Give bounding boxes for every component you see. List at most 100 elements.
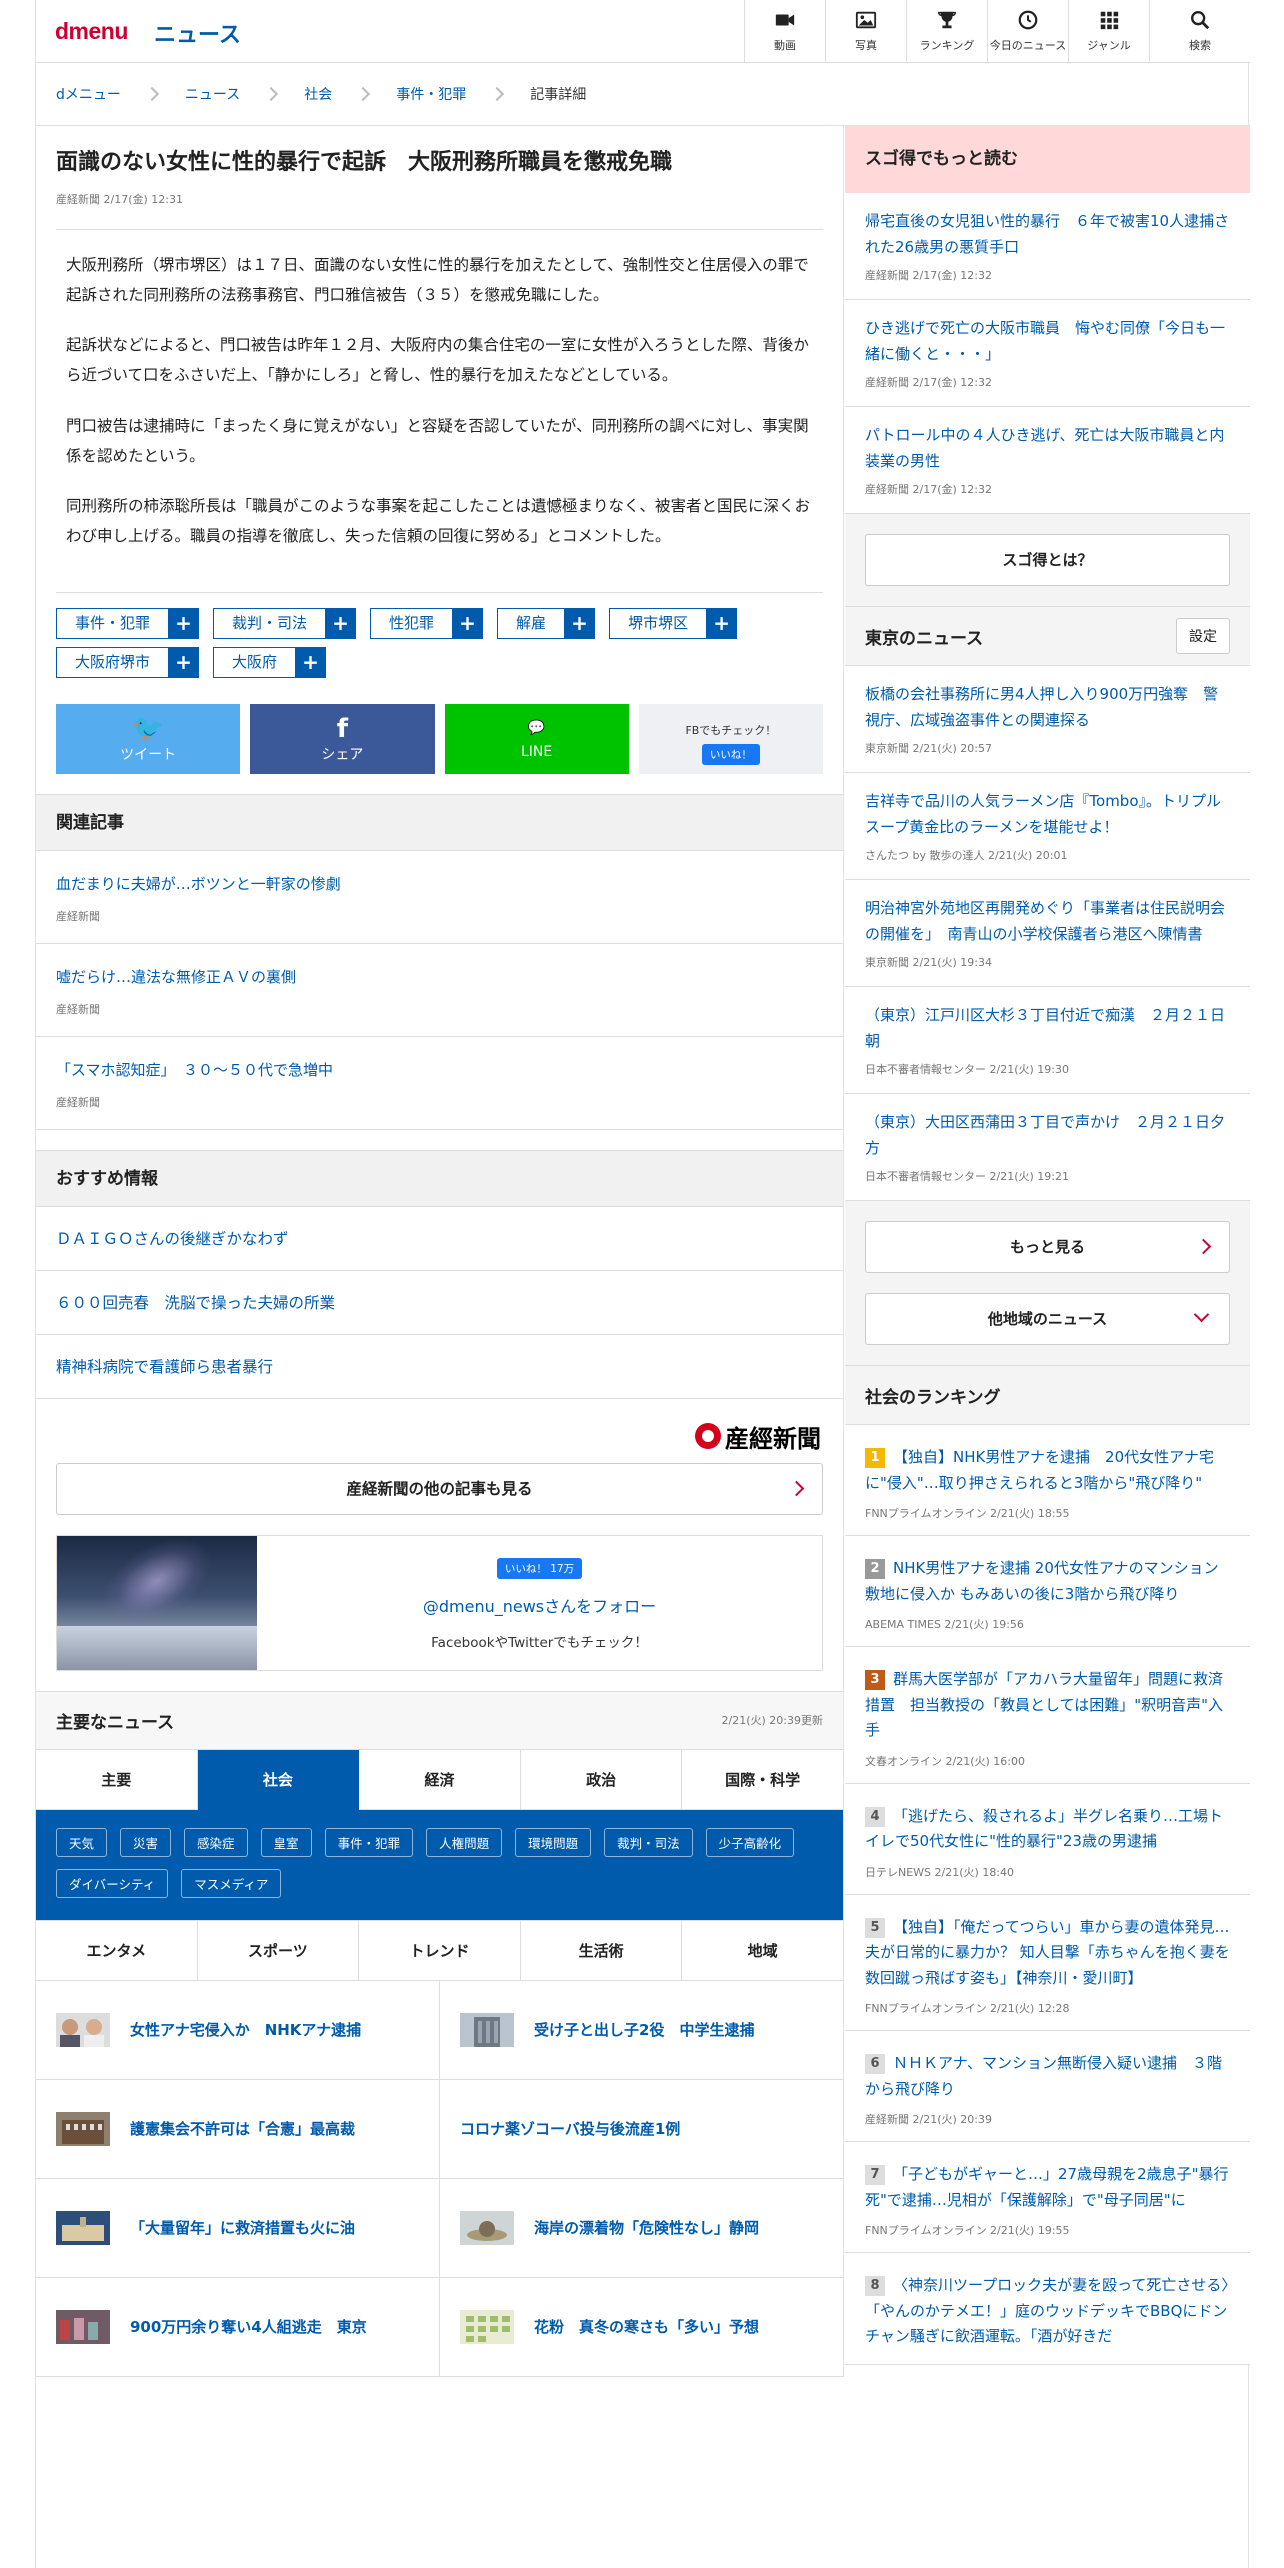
ranking-item-title[interactable]: 〈神奈川ツープロック夫が妻を殴って死亡させる〉「やんのかテメエ！」庭のウッドデッ… — [865, 2276, 1229, 2345]
tab-lifestyle[interactable]: 生活術 — [520, 1920, 683, 1981]
plus-icon[interactable]: + — [168, 607, 200, 639]
plus-icon[interactable]: + — [452, 607, 484, 639]
related-item[interactable]: 血だまりに夫婦が…ボツンと一軒家の惨劇 産経新聞 — [36, 851, 843, 944]
sugotoku-item[interactable]: ひき逃げで死亡の大阪市職員 悔やむ同僚「今日も一緒に働くと・・・」 産経新聞 2… — [845, 300, 1250, 407]
setting-button[interactable]: 設定 — [1176, 618, 1230, 654]
nav-ranking[interactable]: ランキング — [906, 0, 987, 62]
breadcrumb-dmenu[interactable]: dメニュー — [56, 84, 121, 104]
tag-label[interactable]: 大阪府堺市 — [56, 646, 169, 678]
plus-icon[interactable]: + — [706, 607, 738, 639]
line-button[interactable]: 💬 LINE — [444, 703, 629, 774]
ranking-item[interactable]: 6 ＮＨＫアナ、マンション無断侵入疑い逮捕 ３階から飛び降り 産経新聞 2/21(… — [845, 2031, 1250, 2142]
recommend-item[interactable]: 精神科病院で看護師ら患者暴行 — [36, 1335, 843, 1399]
recommend-item[interactable]: ＤＡＩＧＯさんの後継ぎかなわず — [36, 1207, 843, 1271]
ranking-item[interactable]: 5 【独自】「俺だってつらい」車から妻の遺体発見…夫が日常的に暴力か？ 知人目撃「… — [845, 1894, 1250, 2031]
plus-icon[interactable]: + — [168, 646, 200, 678]
tokyo-news-item[interactable]: 明治神宮外苑地区再開発めぐり「事業者は住民説明会の開催を」 南青山の小学校保護者… — [845, 880, 1250, 987]
breadcrumb-crime[interactable]: 事件・犯罪 — [396, 84, 466, 104]
major-news-item[interactable]: 受け子と出し子2役 中学生逮捕 — [440, 1981, 844, 2080]
tag-label[interactable]: 事件・犯罪 — [56, 607, 169, 639]
ranking-item[interactable]: 8 〈神奈川ツープロック夫が妻を殴って死亡させる〉「やんのかテメエ！」庭のウッドデ… — [845, 2253, 1250, 2365]
tag-label[interactable]: 堺市堺区 — [609, 607, 707, 639]
major-news-item[interactable]: 護憲集会不許可は「合憲」最高裁 — [36, 2079, 440, 2179]
tab-economy[interactable]: 経済 — [359, 1749, 521, 1810]
subtag[interactable]: 災害 — [120, 1827, 172, 1857]
ranking-item-title[interactable]: ＮＨＫアナ、マンション無断侵入疑い逮捕 ３階から飛び降り — [865, 2054, 1222, 2098]
tab-politics[interactable]: 政治 — [520, 1749, 683, 1810]
subtag[interactable]: 皇室 — [260, 1827, 312, 1857]
subtag[interactable]: 事件・犯罪 — [324, 1827, 414, 1857]
tab-society[interactable]: 社会 — [197, 1749, 360, 1810]
tag-label[interactable]: 大阪府 — [213, 646, 296, 678]
major-news-item[interactable]: 女性アナ宅侵入か NHKアナ逮捕 — [36, 1980, 440, 2080]
tag-item[interactable]: 大阪府堺市 + — [56, 646, 200, 678]
major-news-item[interactable]: 「大量留年」に救済措置も火に油 — [36, 2178, 440, 2278]
related-title[interactable]: 血だまりに夫婦が…ボツンと一軒家の惨劇 — [56, 873, 823, 894]
subtag[interactable]: 裁判・司法 — [604, 1827, 693, 1857]
tag-item[interactable]: 事件・犯罪 + — [56, 607, 200, 639]
ranking-item[interactable]: 4 「逃げたら、殺されるよ」半グレ名乗り…工場トイレで50代女性に"性的暴行"23… — [845, 1783, 1250, 1895]
tab-entertainment[interactable]: エンタメ — [36, 1920, 198, 1981]
nav-search[interactable]: 検索 — [1149, 0, 1250, 62]
ranking-item-title[interactable]: 【独自】「俺だってつらい」車から妻の遺体発見…夫が日常的に暴力か？ 知人目撃「赤… — [865, 1918, 1230, 1987]
follow-link[interactable]: @dmenu_newsさんをフォロー — [257, 1593, 822, 1617]
nav-today[interactable]: 今日のニュース — [987, 0, 1068, 62]
major-news-item[interactable]: コロナ薬ゾコーバ投与後流産1例 — [440, 2080, 844, 2179]
nav-video[interactable]: 動画 — [744, 0, 825, 62]
plus-icon[interactable]: + — [325, 607, 357, 639]
ranking-item-title[interactable]: 【独自】NHK男性アナを逮捕 20代女性アナ宅に"侵入"…取り押さえられると3階… — [865, 1448, 1214, 1492]
major-news-item[interactable]: 花粉 真冬の寒さも「多い」予想 — [440, 2278, 844, 2377]
tag-item[interactable]: 解雇 + — [497, 607, 596, 639]
tokyo-news-item[interactable]: 吉祥寺で品川の人気ラーメン店『Tombo』。トリプルスープ黄金比のラーメンを堪能… — [845, 773, 1250, 880]
news-logo[interactable]: ニュース — [154, 17, 241, 49]
ranking-item[interactable]: 3 群馬大医学部が「アカハラ大量留年」問題に救済措置 担当教授の「教員としては困難… — [845, 1647, 1250, 1784]
tab-sports[interactable]: スポーツ — [197, 1920, 360, 1981]
ranking-item-title[interactable]: 「子どもがギャーと…」27歳母親を2歳息子"暴行死"で逮捕…児相が「保護解除」で… — [865, 2165, 1229, 2209]
plus-icon[interactable]: + — [295, 646, 327, 678]
fb-like-button[interactable]: いいね！ — [701, 743, 760, 765]
major-news-item[interactable]: 海岸の漂着物「危険性なし」静岡 — [440, 2179, 844, 2278]
tokyo-news-item-title[interactable]: 明治神宮外苑地区再開発めぐり「事業者は住民説明会の開催を」 南青山の小学校保護者… — [865, 896, 1230, 947]
sugotoku-item[interactable]: 帰宅直後の女児狙い性的暴行 ６年で被害10人逮捕された26歳男の悪質手口 産経新… — [845, 193, 1250, 300]
other-region-button[interactable]: 他地域のニュース — [865, 1293, 1230, 1345]
tab-region[interactable]: 地域 — [682, 1921, 843, 1981]
tokyo-news-item-title[interactable]: （東京）大田区西蒲田３丁目で声かけ ２月２１日夕方 — [865, 1110, 1230, 1161]
tag-item[interactable]: 堺市堺区 + — [609, 607, 738, 639]
subtag[interactable]: 人権問題 — [426, 1827, 503, 1857]
sankei-more-button[interactable]: 産経新聞の他の記事も見る — [56, 1462, 823, 1515]
subtag[interactable]: 天気 — [56, 1827, 108, 1857]
tokyo-news-item-title[interactable]: 板橋の会社事務所に男4人押し入り900万円強奪 警視庁、広域強盗事件との関連探る — [865, 682, 1230, 733]
related-title[interactable]: 嘘だらけ…違法な無修正ＡＶの裏側 — [56, 966, 823, 987]
major-news-item[interactable]: 900万円余り奪い4人組逃走 東京 — [36, 2277, 440, 2377]
tokyo-news-item[interactable]: （東京）江戸川区大杉３丁目付近で痴漢 ２月２１日朝 日本不審者情報センター 2/… — [845, 987, 1250, 1094]
plus-icon[interactable]: + — [564, 607, 596, 639]
tweet-button[interactable]: 🐦 ツイート — [56, 703, 241, 774]
sugotoku-title[interactable]: パトロール中の４人ひき逃げ、死亡は大阪市職員と内装業の男性 — [865, 423, 1230, 474]
recommend-item[interactable]: ６００回売春 洗脳で操った夫婦の所業 — [36, 1271, 843, 1335]
ranking-item-title[interactable]: 群馬大医学部が「アカハラ大量留年」問題に救済措置 担当教授の「教員としては困難」… — [865, 1670, 1223, 1739]
tag-label[interactable]: 解雇 — [497, 607, 565, 639]
nav-photo[interactable]: 写真 — [825, 0, 906, 62]
tag-label[interactable]: 裁判・司法 — [213, 607, 326, 639]
breadcrumb-society[interactable]: 社会 — [304, 84, 332, 104]
sugotoku-title[interactable]: 帰宅直後の女児狙い性的暴行 ６年で被害10人逮捕された26歳男の悪質手口 — [865, 209, 1230, 260]
ranking-item[interactable]: 1 【独自】NHK男性アナを逮捕 20代女性アナ宅に"侵入"…取り押さえられると3… — [845, 1425, 1250, 1536]
related-title[interactable]: 「スマホ認知症」 ３０〜５０代で急増中 — [56, 1059, 823, 1080]
ranking-item[interactable]: 2 NHK男性アナを逮捕 20代女性アナのマンション敷地に侵入か もみあいの後に3… — [845, 1536, 1250, 1647]
sugotoku-item[interactable]: パトロール中の４人ひき逃げ、死亡は大阪市職員と内装業の男性 産経新聞 2/17(… — [845, 407, 1250, 514]
subtag[interactable]: 少子高齢化 — [705, 1827, 795, 1857]
facebook-share-button[interactable]: f シェア — [250, 703, 435, 774]
sugotoku-about-button[interactable]: スゴ得とは？ — [865, 534, 1230, 586]
tab-trend[interactable]: トレンド — [359, 1920, 521, 1981]
nav-genre[interactable]: ジャンル — [1068, 0, 1149, 62]
tag-item[interactable]: 性犯罪 + — [370, 607, 484, 639]
tag-item[interactable]: 大阪府 + — [213, 646, 327, 678]
subtag[interactable]: 環境問題 — [515, 1827, 592, 1857]
subtag[interactable]: 感染症 — [184, 1827, 248, 1857]
tag-item[interactable]: 裁判・司法 + — [213, 607, 357, 639]
tag-label[interactable]: 性犯罪 — [370, 607, 453, 639]
tab-main[interactable]: 主要 — [36, 1749, 198, 1810]
ranking-item-title[interactable]: NHK男性アナを逮捕 20代女性アナのマンション敷地に侵入か もみあいの後に3階… — [865, 1559, 1219, 1603]
subtag[interactable]: マスメディア — [181, 1868, 282, 1898]
ranking-item-title[interactable]: 「逃げたら、殺されるよ」半グレ名乗り…工場トイレで50代女性に"性的暴行"23歳… — [865, 1807, 1223, 1851]
